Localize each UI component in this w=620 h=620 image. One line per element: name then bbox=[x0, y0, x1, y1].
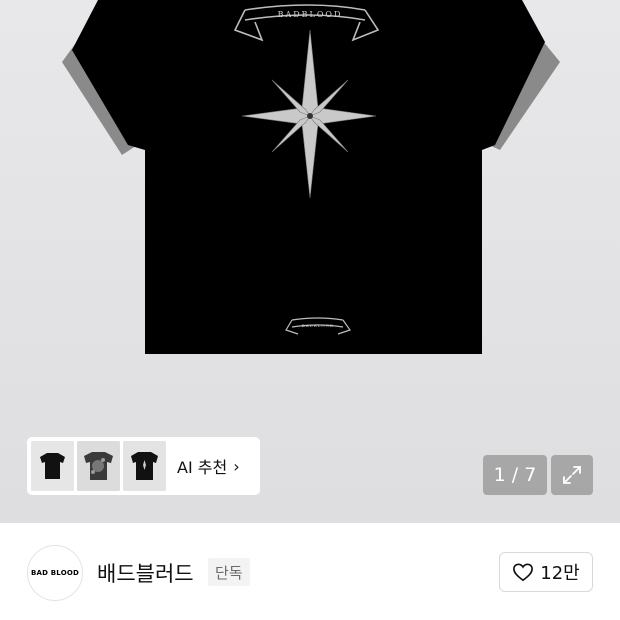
tshirt-thumbnail-image bbox=[77, 441, 120, 491]
expand-icon bbox=[563, 466, 581, 484]
brand-like-button[interactable]: 12만 bbox=[499, 552, 593, 592]
product-page: BADBLOOD BADBLOOD AI 추천 › 1 / 7 BAD BLOO… bbox=[0, 0, 620, 620]
heart-icon bbox=[513, 563, 534, 582]
exclusive-badge: 단독 bbox=[208, 558, 250, 586]
like-count: 12만 bbox=[540, 563, 580, 584]
tshirt-thumbnail-image bbox=[123, 441, 166, 491]
ai-recommend-label[interactable]: AI 추천 bbox=[177, 454, 227, 478]
ai-recommendation-strip[interactable]: AI 추천 › bbox=[27, 437, 260, 495]
banner-text: BADBLOOD bbox=[278, 10, 343, 19]
tshirt-thumbnail-1[interactable] bbox=[31, 441, 74, 491]
expand-button[interactable] bbox=[551, 455, 593, 495]
brand-name[interactable]: 배드블러드 bbox=[97, 558, 194, 588]
image-page-counter: 1 / 7 bbox=[483, 455, 547, 495]
chevron-right-icon[interactable]: › bbox=[233, 457, 239, 476]
tshirt-thumbnail-image bbox=[31, 441, 74, 491]
brand-logo[interactable]: BAD BLOOD bbox=[27, 545, 83, 601]
product-image-carousel[interactable]: BADBLOOD BADBLOOD AI 추천 › 1 / 7 bbox=[0, 0, 620, 523]
hem-text: BADBLOOD bbox=[302, 323, 334, 328]
tshirt-thumbnail-2[interactable] bbox=[77, 441, 120, 491]
tshirt-thumbnail-3[interactable] bbox=[123, 441, 166, 491]
